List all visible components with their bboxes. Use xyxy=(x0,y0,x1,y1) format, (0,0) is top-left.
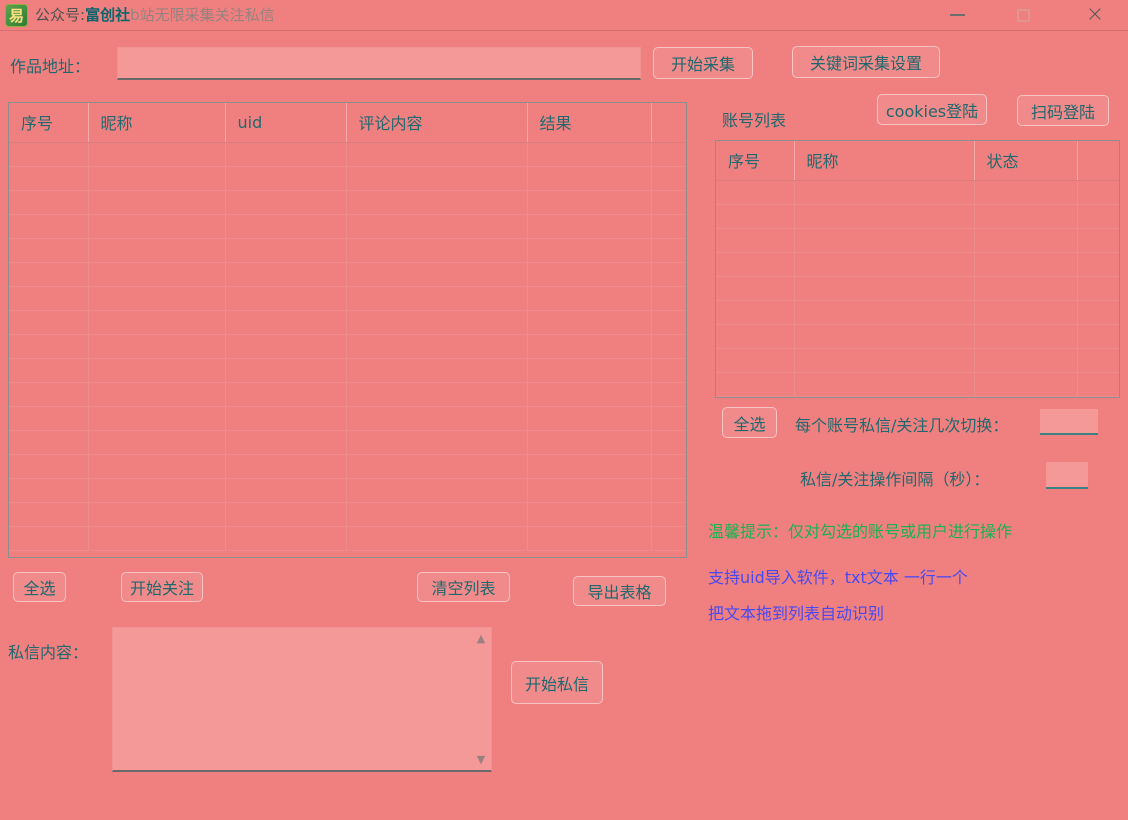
table-row[interactable] xyxy=(716,204,1119,228)
table-row[interactable] xyxy=(9,382,686,406)
accounts-list-label: 账号列表 xyxy=(722,107,786,131)
work-address-input[interactable] xyxy=(117,47,641,80)
table-row[interactable] xyxy=(9,238,686,262)
column-header-index[interactable]: 序号 xyxy=(716,141,794,180)
table-row[interactable] xyxy=(9,502,686,526)
table-row[interactable] xyxy=(716,300,1119,324)
switch-count-label: 每个账号私信/关注几次切换： xyxy=(795,412,1008,436)
comments-table-header-row: 序号 昵称 uid 评论内容 结果 xyxy=(9,103,686,142)
table-row[interactable] xyxy=(9,478,686,502)
titlebar: 易 公众号:富创社b站无限采集关注私信 × xyxy=(0,0,1128,31)
table-row[interactable] xyxy=(716,348,1119,372)
minimize-icon xyxy=(950,14,965,16)
table-row[interactable] xyxy=(716,372,1119,396)
accounts-select-all-button[interactable]: 全选 xyxy=(722,407,777,438)
table-row[interactable] xyxy=(9,262,686,286)
table-row[interactable] xyxy=(716,276,1119,300)
column-header-blank[interactable] xyxy=(651,103,686,142)
message-content-box: ▲ ▼ xyxy=(112,627,492,772)
table-row[interactable] xyxy=(9,454,686,478)
column-header-nickname[interactable]: 昵称 xyxy=(88,103,225,142)
drag-text-tip-text: 把文本拖到列表自动识别 xyxy=(708,600,884,624)
table-row[interactable] xyxy=(9,430,686,454)
window-title-brand: 富创社 xyxy=(85,6,130,24)
scroll-up-icon[interactable]: ▲ xyxy=(477,633,485,644)
maximize-icon xyxy=(1017,9,1030,22)
close-icon: × xyxy=(1086,0,1104,30)
table-row[interactable] xyxy=(9,142,686,166)
start-private-message-button[interactable]: 开始私信 xyxy=(511,661,603,704)
message-content-textarea[interactable] xyxy=(113,628,471,769)
column-header-nickname[interactable]: 昵称 xyxy=(794,141,974,180)
app-icon-glyph: 易 xyxy=(9,5,24,26)
table-row[interactable] xyxy=(9,190,686,214)
scroll-down-icon[interactable]: ▼ xyxy=(477,754,485,765)
table-row[interactable] xyxy=(9,310,686,334)
maximize-button[interactable] xyxy=(1006,0,1040,30)
table-row[interactable] xyxy=(9,286,686,310)
column-header-result[interactable]: 结果 xyxy=(527,103,651,142)
window-title-suffix: b站无限采集关注私信 xyxy=(130,6,275,24)
message-scrollbar[interactable]: ▲ ▼ xyxy=(471,628,491,770)
table-row[interactable] xyxy=(9,526,686,550)
qr-code-login-button[interactable]: 扫码登陆 xyxy=(1017,95,1109,126)
column-header-blank[interactable] xyxy=(1077,141,1119,180)
table-row[interactable] xyxy=(9,214,686,238)
app-icon: 易 xyxy=(5,4,28,27)
table-row[interactable] xyxy=(9,334,686,358)
start-collect-button[interactable]: 开始采集 xyxy=(653,47,753,79)
table-row[interactable] xyxy=(716,252,1119,276)
clear-list-button[interactable]: 清空列表 xyxy=(417,572,510,602)
column-header-status[interactable]: 状态 xyxy=(974,141,1077,180)
table-row[interactable] xyxy=(716,324,1119,348)
close-button[interactable]: × xyxy=(1078,0,1112,30)
work-address-label: 作品地址： xyxy=(10,53,90,77)
comments-table-body xyxy=(9,142,686,550)
comments-table: 序号 昵称 uid 评论内容 结果 xyxy=(8,102,687,558)
interval-seconds-label: 私信/关注操作间隔（秒）： xyxy=(800,466,989,490)
window-title: 公众号:富创社b站无限采集关注私信 xyxy=(35,0,275,31)
table-row[interactable] xyxy=(9,166,686,190)
start-follow-button[interactable]: 开始关注 xyxy=(121,572,203,602)
table-row[interactable] xyxy=(716,180,1119,204)
accounts-table: 序号 昵称 状态 xyxy=(715,140,1120,398)
accounts-table-header-row: 序号 昵称 状态 xyxy=(716,141,1119,180)
app-window: { "window": { "icon_glyph": "易", "title_… xyxy=(0,0,1128,820)
table-row[interactable] xyxy=(716,396,1119,398)
column-header-uid[interactable]: uid xyxy=(225,103,346,142)
message-content-label: 私信内容： xyxy=(8,639,88,663)
column-header-comment[interactable]: 评论内容 xyxy=(346,103,527,142)
warning-tip-text: 温馨提示：仅对勾选的账号或用户进行操作 xyxy=(708,518,1012,542)
window-title-prefix: 公众号: xyxy=(35,6,85,24)
table-row[interactable] xyxy=(9,358,686,382)
uid-import-tip-text: 支持uid导入软件，txt文本 一行一个 xyxy=(708,564,968,588)
switch-count-input[interactable] xyxy=(1040,409,1098,435)
minimize-button[interactable] xyxy=(940,0,974,30)
column-header-index[interactable]: 序号 xyxy=(9,103,88,142)
keyword-collect-settings-button[interactable]: 关键词采集设置 xyxy=(792,46,940,78)
table-row[interactable] xyxy=(9,406,686,430)
accounts-table-body xyxy=(716,180,1119,398)
cookies-login-button[interactable]: cookies登陆 xyxy=(877,94,987,125)
comments-select-all-button[interactable]: 全选 xyxy=(13,572,66,602)
table-row[interactable] xyxy=(716,228,1119,252)
export-table-button[interactable]: 导出表格 xyxy=(573,576,666,606)
interval-seconds-input[interactable] xyxy=(1046,462,1088,489)
